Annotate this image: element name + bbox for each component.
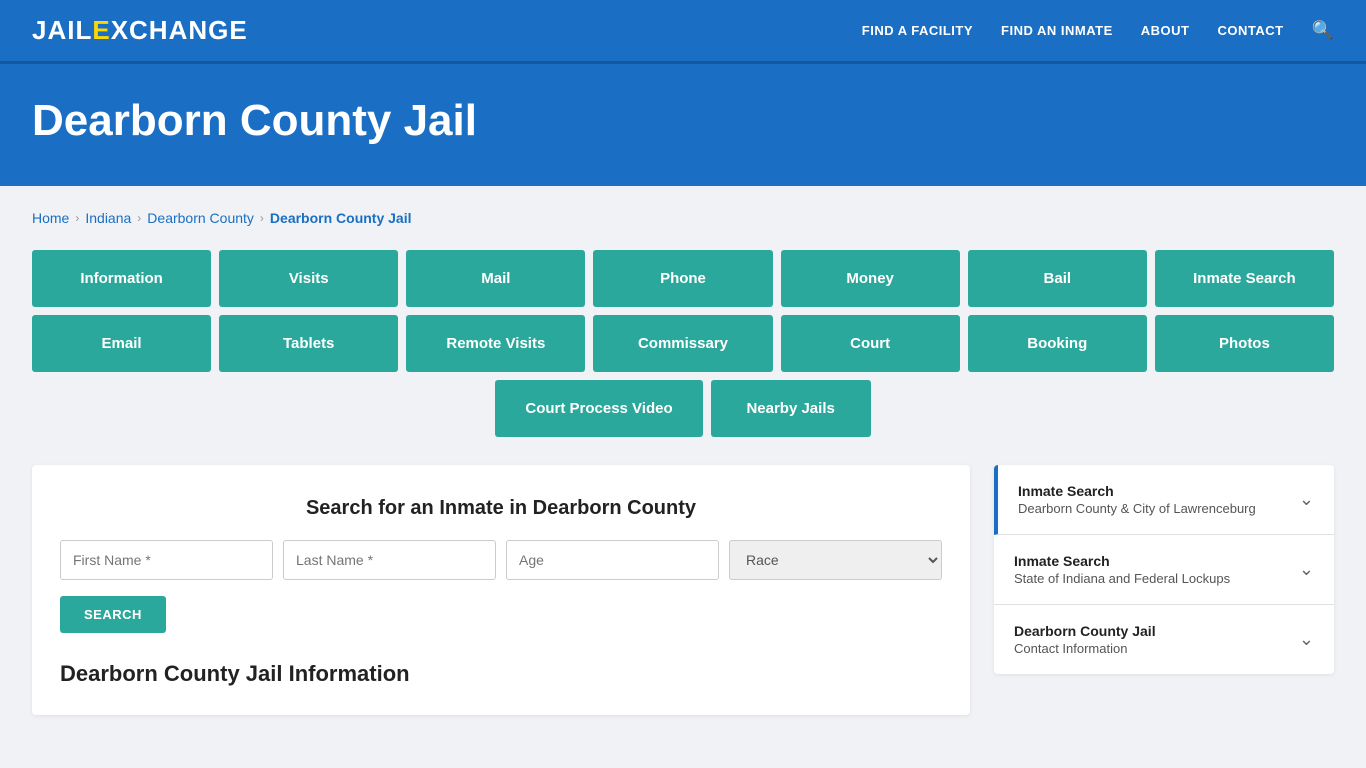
- nav-find-inmate[interactable]: FIND AN INMATE: [1001, 23, 1113, 38]
- btn-email[interactable]: Email: [32, 315, 211, 372]
- btn-nearby-jails[interactable]: Nearby Jails: [711, 380, 871, 437]
- site-logo[interactable]: JAILEXCHANGE: [32, 15, 248, 46]
- breadcrumb-current: Dearborn County Jail: [270, 210, 412, 226]
- sidebar-item-subtitle-1: Dearborn County & City of Lawrenceburg: [1018, 501, 1256, 516]
- btn-court-process-video[interactable]: Court Process Video: [495, 380, 702, 437]
- breadcrumb-sep3: ›: [260, 211, 264, 225]
- chevron-icon-3: ⌄: [1299, 629, 1314, 650]
- sidebar-item-left-1: Inmate Search Dearborn County & City of …: [1018, 483, 1256, 516]
- site-header: JAILEXCHANGE FIND A FACILITY FIND AN INM…: [0, 0, 1366, 64]
- last-name-input[interactable]: [283, 540, 496, 580]
- sidebar-item-subtitle-2: State of Indiana and Federal Lockups: [1014, 571, 1230, 586]
- btn-phone[interactable]: Phone: [593, 250, 772, 307]
- sidebar-item-title-1: Inmate Search: [1018, 483, 1256, 499]
- btn-photos[interactable]: Photos: [1155, 315, 1334, 372]
- btn-bail[interactable]: Bail: [968, 250, 1147, 307]
- breadcrumb-sep2: ›: [137, 211, 141, 225]
- button-grid-row2: Email Tablets Remote Visits Commissary C…: [32, 315, 1334, 372]
- sidebar: Inmate Search Dearborn County & City of …: [994, 465, 1334, 674]
- nav-contact[interactable]: CONTACT: [1217, 23, 1283, 38]
- chevron-icon-2: ⌄: [1299, 559, 1314, 580]
- btn-information[interactable]: Information: [32, 250, 211, 307]
- chevron-icon-1: ⌄: [1299, 489, 1314, 510]
- breadcrumb: Home › Indiana › Dearborn County › Dearb…: [32, 210, 1334, 226]
- first-name-input[interactable]: [60, 540, 273, 580]
- btn-remote-visits[interactable]: Remote Visits: [406, 315, 585, 372]
- breadcrumb-home[interactable]: Home: [32, 210, 69, 226]
- sidebar-item-left-3: Dearborn County Jail Contact Information: [1014, 623, 1156, 656]
- btn-visits[interactable]: Visits: [219, 250, 398, 307]
- nav-about[interactable]: ABOUT: [1141, 23, 1190, 38]
- age-input[interactable]: [506, 540, 719, 580]
- content-wrapper: Home › Indiana › Dearborn County › Dearb…: [0, 186, 1366, 739]
- inmate-search-panel: Search for an Inmate in Dearborn County …: [32, 465, 970, 715]
- btn-tablets[interactable]: Tablets: [219, 315, 398, 372]
- sidebar-item-title-2: Inmate Search: [1014, 553, 1230, 569]
- bottom-section: Search for an Inmate in Dearborn County …: [32, 465, 1334, 715]
- button-grid-row1: Information Visits Mail Phone Money Bail…: [32, 250, 1334, 307]
- btn-inmate-search[interactable]: Inmate Search: [1155, 250, 1334, 307]
- race-select[interactable]: Race White Black Hispanic Asian Other: [729, 540, 942, 580]
- header-search-icon[interactable]: 🔍: [1312, 20, 1334, 41]
- btn-money[interactable]: Money: [781, 250, 960, 307]
- sidebar-item-contact-info[interactable]: Dearborn County Jail Contact Information…: [994, 605, 1334, 674]
- button-grid-row3: Court Process Video Nearby Jails: [32, 380, 1334, 437]
- sidebar-item-title-3: Dearborn County Jail: [1014, 623, 1156, 639]
- hero-section: Dearborn County Jail: [0, 64, 1366, 186]
- sidebar-item-subtitle-3: Contact Information: [1014, 641, 1156, 656]
- nav-find-facility[interactable]: FIND A FACILITY: [862, 23, 973, 38]
- search-fields: Race White Black Hispanic Asian Other: [60, 540, 942, 580]
- btn-booking[interactable]: Booking: [968, 315, 1147, 372]
- breadcrumb-dearborn-county[interactable]: Dearborn County: [147, 210, 254, 226]
- sidebar-item-left-2: Inmate Search State of Indiana and Feder…: [1014, 553, 1230, 586]
- search-panel-title: Search for an Inmate in Dearborn County: [60, 497, 942, 520]
- main-nav: FIND A FACILITY FIND AN INMATE ABOUT CON…: [862, 20, 1334, 41]
- info-section-title: Dearborn County Jail Information: [60, 661, 942, 687]
- page-title: Dearborn County Jail: [32, 96, 1334, 146]
- search-button[interactable]: SEARCH: [60, 596, 166, 633]
- breadcrumb-sep1: ›: [75, 211, 79, 225]
- sidebar-item-indiana-search[interactable]: Inmate Search State of Indiana and Feder…: [994, 535, 1334, 605]
- btn-mail[interactable]: Mail: [406, 250, 585, 307]
- btn-commissary[interactable]: Commissary: [593, 315, 772, 372]
- sidebar-item-dearborn-search[interactable]: Inmate Search Dearborn County & City of …: [994, 465, 1334, 535]
- breadcrumb-indiana[interactable]: Indiana: [85, 210, 131, 226]
- btn-court[interactable]: Court: [781, 315, 960, 372]
